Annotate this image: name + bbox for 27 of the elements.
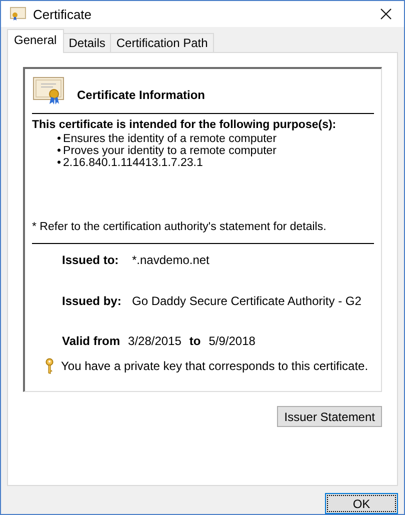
field-label: Issued by:: [62, 294, 122, 308]
issuer-statement-button[interactable]: Issuer Statement: [277, 406, 382, 427]
purpose-heading: This certificate is intended for the following purpose(s):: [32, 119, 338, 131]
section-heading: Certificate Information: [77, 88, 206, 102]
field-label: Valid from: [62, 334, 120, 348]
purpose-text: 2.16.840.1.114413.1.7.23.1: [63, 157, 203, 169]
date-value: 5/9/2018: [208, 334, 256, 348]
certificate-icon: [33, 77, 64, 105]
date-value: 3/28/2015: [128, 334, 182, 348]
key-icon: [45, 358, 54, 374]
private-key-text: You have a private key that corresponds to this certificate.: [61, 359, 368, 373]
certificate-icon: [10, 7, 26, 21]
purpose-text: Ensures the identity of a remote computer: [63, 133, 277, 145]
purpose-text: Proves your identity to a remote computer: [63, 145, 277, 157]
field-label: to: [189, 334, 201, 348]
bullet: •: [57, 157, 62, 169]
tab[interactable]: General: [7, 29, 64, 53]
close-icon[interactable]: [380, 8, 392, 20]
tab[interactable]: Certification Path: [110, 33, 214, 53]
note-text: * Refer to the certification authority's statement for details.: [32, 221, 328, 235]
ok-button[interactable]: OK: [325, 493, 398, 514]
field-value: Go Daddy Secure Certificate Authority - G2: [132, 294, 362, 308]
bullet: •: [57, 145, 62, 157]
field-value: *.navdemo.net: [132, 253, 210, 267]
window-title: Certificate: [33, 6, 93, 22]
bullet: •: [57, 133, 62, 145]
field-label: Issued to:: [62, 253, 120, 267]
